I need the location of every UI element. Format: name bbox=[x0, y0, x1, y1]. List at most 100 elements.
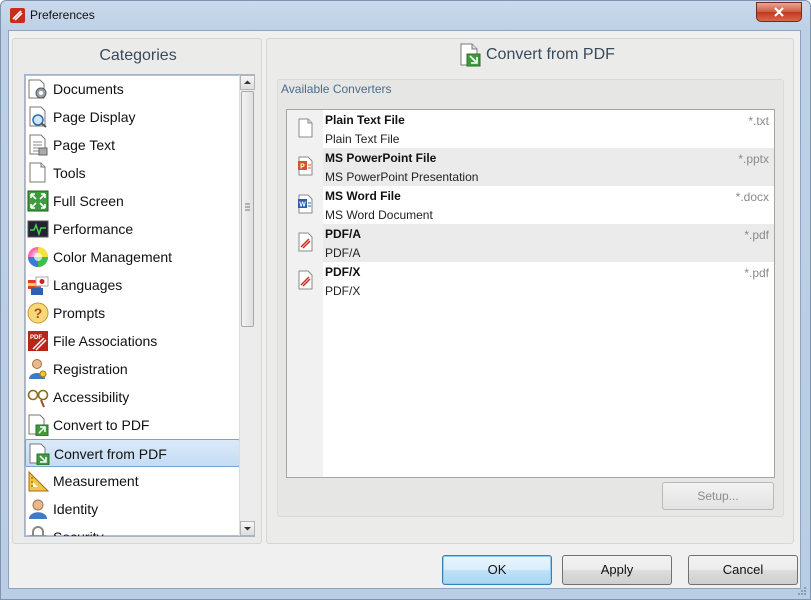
category-item-accessibility[interactable]: Accessibility bbox=[25, 383, 240, 411]
convert-from-pdf-icon bbox=[28, 443, 50, 466]
convert-to-pdf-icon bbox=[27, 414, 49, 437]
app-pdf-icon bbox=[10, 8, 25, 23]
category-item-measurement[interactable]: Measurement bbox=[25, 467, 240, 495]
question-icon: ? bbox=[27, 302, 49, 324]
converter-description: MS Word Document bbox=[325, 208, 433, 222]
identity-user-icon bbox=[27, 498, 49, 520]
category-item-page-text[interactable]: Page Text bbox=[25, 131, 240, 159]
word-file-icon: W bbox=[297, 194, 315, 214]
ruler-triangle-icon bbox=[27, 470, 50, 492]
converter-description: PDF/A bbox=[325, 246, 361, 260]
panel-heading: Convert from PDF bbox=[486, 46, 615, 63]
categories-scrollbar[interactable] bbox=[239, 75, 255, 536]
category-label: Convert from PDF bbox=[54, 446, 167, 462]
category-item-tools[interactable]: Tools bbox=[25, 159, 240, 187]
converter-row[interactable]: PDF/A PDF/A *.pdf bbox=[287, 224, 774, 262]
category-label: Tools bbox=[53, 165, 86, 181]
flags-icon bbox=[27, 274, 49, 296]
title-bar[interactable]: Preferences bbox=[1, 1, 810, 31]
categories-list[interactable]: Documents Page Display Page Text Tools Full … bbox=[24, 74, 255, 537]
color-wheel-icon bbox=[27, 246, 49, 268]
row-background bbox=[323, 224, 774, 262]
category-item-page-display[interactable]: Page Display bbox=[25, 103, 240, 131]
converter-description: Plain Text File bbox=[325, 132, 400, 146]
pdf-file-icon: PDF bbox=[27, 330, 49, 352]
scroll-down-button[interactable] bbox=[240, 521, 255, 536]
category-label: File Associations bbox=[53, 333, 158, 349]
category-item-performance[interactable]: Performance bbox=[25, 215, 240, 243]
converter-name: Plain Text File bbox=[325, 113, 405, 127]
converter-row[interactable]: Plain Text File Plain Text File *.txt bbox=[287, 110, 774, 148]
setup-button[interactable]: Setup... bbox=[662, 482, 774, 510]
category-label: Performance bbox=[53, 221, 134, 237]
category-item-security[interactable]: Security bbox=[25, 523, 240, 537]
apply-button[interactable]: Apply bbox=[562, 555, 672, 585]
svg-text:PDF: PDF bbox=[30, 335, 42, 341]
category-item-full-screen[interactable]: Full Screen bbox=[25, 187, 240, 215]
documents-gear-icon bbox=[27, 78, 49, 100]
category-item-convert-to-pdf[interactable]: Convert to PDF bbox=[25, 411, 240, 439]
converter-extension: *.txt bbox=[748, 114, 769, 128]
window-title: Preferences bbox=[30, 8, 95, 22]
user-key-icon bbox=[27, 358, 49, 380]
svg-text:?: ? bbox=[34, 305, 43, 321]
category-label: Page Text bbox=[53, 137, 116, 153]
category-item-registration[interactable]: Registration bbox=[25, 355, 240, 383]
group-title: Available Converters bbox=[281, 82, 392, 96]
category-item-documents[interactable]: Documents bbox=[25, 75, 240, 103]
pdf-file-icon bbox=[297, 270, 315, 290]
category-label: Identity bbox=[53, 501, 99, 517]
converter-extension: *.docx bbox=[735, 190, 769, 204]
tools-page-icon bbox=[27, 162, 49, 184]
converter-name: MS Word File bbox=[325, 189, 401, 203]
category-label: Documents bbox=[53, 81, 124, 97]
category-label: Accessibility bbox=[53, 389, 130, 405]
category-label: Measurement bbox=[53, 473, 139, 489]
categories-heading: Categories bbox=[99, 47, 177, 64]
category-label: Full Screen bbox=[53, 193, 124, 209]
converters-list[interactable]: Plain Text File Plain Text File *.txt P MS P… bbox=[286, 109, 775, 478]
full-screen-icon bbox=[27, 190, 49, 212]
category-item-languages[interactable]: Languages bbox=[25, 271, 240, 299]
resize-grip-icon[interactable] bbox=[797, 586, 807, 596]
row-background bbox=[323, 262, 774, 300]
page-text-icon bbox=[27, 134, 49, 156]
converter-extension: *.pdf bbox=[744, 228, 769, 242]
performance-monitor-icon bbox=[27, 218, 49, 240]
converter-row[interactable]: P MS PowerPoint File MS PowerPoint Present… bbox=[287, 148, 774, 186]
category-label: Languages bbox=[53, 277, 123, 293]
converter-name: MS PowerPoint File bbox=[325, 151, 437, 165]
converter-extension: *.pdf bbox=[744, 266, 769, 280]
category-item-color-management[interactable]: Color Management bbox=[25, 243, 240, 271]
pdf-file-icon bbox=[297, 232, 315, 252]
powerpoint-file-icon: P bbox=[297, 156, 315, 176]
glasses-icon bbox=[27, 386, 49, 408]
svg-text:W: W bbox=[299, 202, 306, 209]
category-item-identity[interactable]: Identity bbox=[25, 495, 240, 523]
converter-description: PDF/X bbox=[325, 284, 361, 298]
convert-from-pdf-icon bbox=[459, 43, 481, 67]
close-icon bbox=[774, 7, 784, 17]
arrow-down-icon bbox=[244, 527, 251, 531]
converter-row[interactable]: W MS Word File MS Word Document *.docx bbox=[287, 186, 774, 224]
arrow-up-icon bbox=[244, 80, 251, 84]
security-lock-icon bbox=[27, 526, 49, 536]
converter-name: PDF/A bbox=[325, 227, 361, 241]
scroll-up-button[interactable] bbox=[240, 75, 255, 90]
category-item-prompts[interactable]: ? Prompts bbox=[25, 299, 240, 327]
converter-description: MS PowerPoint Presentation bbox=[325, 170, 479, 184]
category-item-convert-from-pdf[interactable]: Convert from PDF bbox=[25, 439, 240, 467]
cancel-button[interactable]: Cancel bbox=[688, 555, 798, 585]
category-label: Page Display bbox=[53, 109, 136, 125]
converter-extension: *.pptx bbox=[738, 152, 769, 166]
svg-text:P: P bbox=[300, 164, 305, 171]
ok-button[interactable]: OK bbox=[442, 555, 552, 585]
page-magnifier-icon bbox=[27, 106, 49, 128]
category-label: Security bbox=[53, 529, 104, 537]
category-item-file-associations[interactable]: PDF File Associations bbox=[25, 327, 240, 355]
category-label: Prompts bbox=[53, 305, 106, 321]
converter-name: PDF/X bbox=[325, 265, 361, 279]
close-button[interactable] bbox=[756, 2, 802, 22]
converter-row[interactable]: PDF/X PDF/X *.pdf bbox=[287, 262, 774, 300]
scroll-thumb[interactable] bbox=[241, 91, 254, 327]
